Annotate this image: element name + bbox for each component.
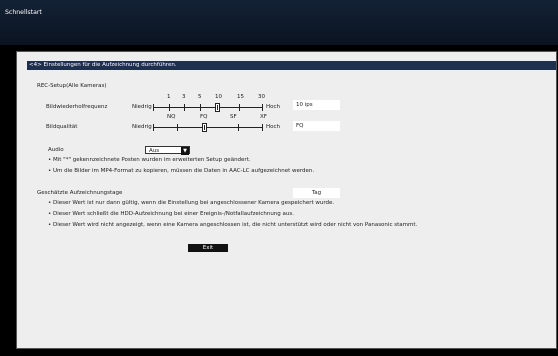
frame-rate-tick-label: 15 <box>237 94 244 100</box>
frame-rate-thumb[interactable] <box>215 103 220 112</box>
rec-note: • Um die Bilder im MP4-Format zu kopiere… <box>48 168 315 174</box>
image-quality-thumb[interactable] <box>202 123 207 132</box>
audio-select[interactable]: Aus ▼ <box>145 146 190 155</box>
image-quality-label: Bildqualität <box>46 124 78 130</box>
frame-rate-tick-label: 10 <box>215 94 222 100</box>
image-quality-value: FQ <box>293 121 340 131</box>
rec-setup-label: REC-Setup(Alle Kameras) <box>37 83 107 89</box>
image-quality-min-label: Niedrig <box>132 124 152 130</box>
main-panel: <4> Einstellungen für die Aufzeichnung d… <box>16 51 557 349</box>
estimated-days-value: Tag <box>293 188 340 198</box>
image-quality-tick <box>177 124 178 131</box>
frame-rate-tick <box>153 104 154 111</box>
quality-tick-label: XF <box>260 114 267 120</box>
quality-tick-label: FQ <box>200 114 208 120</box>
frame-rate-tick <box>169 104 170 111</box>
frame-rate-tick <box>262 104 263 111</box>
estimated-note: • Dieser Wert wird nicht angezeigt, wenn… <box>48 222 418 228</box>
frame-rate-value: 10 ips <box>293 100 340 110</box>
frame-rate-label: Bildwiederholfrequenz <box>46 104 108 110</box>
step-header: <4> Einstellungen für die Aufzeichnung d… <box>27 61 556 70</box>
quality-tick-label: SF <box>230 114 237 120</box>
frame-rate-max-label: Hoch <box>266 104 281 110</box>
frame-rate-tick <box>239 104 240 111</box>
estimated-note: • Dieser Wert schließt die HDD-Aufzeichn… <box>48 211 295 217</box>
exit-button[interactable]: Exit <box>188 244 228 252</box>
image-quality-tick <box>238 124 239 131</box>
step-header-text: <4> Einstellungen für die Aufzeichnung d… <box>29 62 177 68</box>
frame-rate-tick <box>184 104 185 111</box>
audio-label: Audio <box>48 147 64 153</box>
frame-rate-tick <box>200 104 201 111</box>
image-quality-track[interactable] <box>153 127 263 128</box>
chevron-down-icon[interactable]: ▼ <box>181 147 189 155</box>
frame-rate-min-label: Niedrig <box>132 104 152 110</box>
estimated-days-label: Geschätzte Aufzeichnungstage <box>37 190 123 196</box>
window-title: Schnellstart <box>5 9 42 16</box>
quality-tick-label: NQ <box>167 114 176 120</box>
frame-rate-tick-label: 1 <box>167 94 171 100</box>
frame-rate-tick-label: 5 <box>198 94 202 100</box>
image-quality-max-label: Hoch <box>266 124 281 130</box>
estimated-note: • Dieser Wert ist nur dann gültig, wenn … <box>48 200 335 206</box>
rec-note: • Mit "*" gekennzeichnete Posten wurden … <box>48 157 251 163</box>
frame-rate-tick-label: 30 <box>258 94 265 100</box>
title-bar: Schnellstart <box>0 0 558 45</box>
image-quality-tick <box>262 124 263 131</box>
image-quality-tick <box>153 124 154 131</box>
frame-rate-tick-label: 3 <box>182 94 186 100</box>
audio-selected-value: Aus <box>149 148 160 154</box>
